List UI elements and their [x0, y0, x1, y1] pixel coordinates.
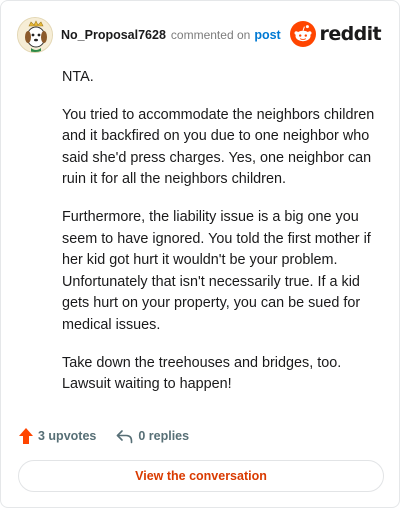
- avatar-icon: [18, 18, 52, 52]
- username[interactable]: No_Proposal7628: [61, 28, 166, 42]
- reply-button[interactable]: 0 replies: [116, 429, 189, 444]
- comment-meta: No_Proposal7628 commented on post: [61, 28, 281, 42]
- reddit-logo-icon: [289, 21, 316, 47]
- action-text: commented on: [170, 28, 251, 42]
- reply-arrow-icon: [117, 429, 133, 443]
- comment-card: No_Proposal7628 commented on post reddit…: [0, 0, 400, 508]
- reddit-brand[interactable]: reddit: [289, 21, 382, 47]
- comment-paragraph: Furthermore, the liability issue is a bi…: [62, 208, 371, 333]
- comment-header: No_Proposal7628 commented on post reddit: [17, 15, 385, 55]
- upvote-arrow-icon: [19, 428, 33, 444]
- comment-paragraph: Take down the treehouses and bridges, to…: [62, 354, 342, 393]
- comment-footer: 3 upvotes 0 replies: [19, 425, 189, 447]
- comment-body: NTA. You tried to accommodate the neighb…: [62, 67, 384, 412]
- post-link[interactable]: post: [254, 28, 280, 42]
- comment-paragraph: NTA.: [62, 69, 94, 85]
- comment-paragraph: You tried to accommodate the neighbors c…: [62, 106, 375, 188]
- reply-count: 0 replies: [138, 429, 190, 443]
- reddit-wordmark: reddit: [319, 23, 382, 45]
- avatar[interactable]: [17, 17, 53, 53]
- upvote-button[interactable]: 3 upvotes: [19, 428, 96, 444]
- view-conversation-button[interactable]: View the conversation: [18, 460, 384, 492]
- upvote-count: 3 upvotes: [38, 429, 97, 443]
